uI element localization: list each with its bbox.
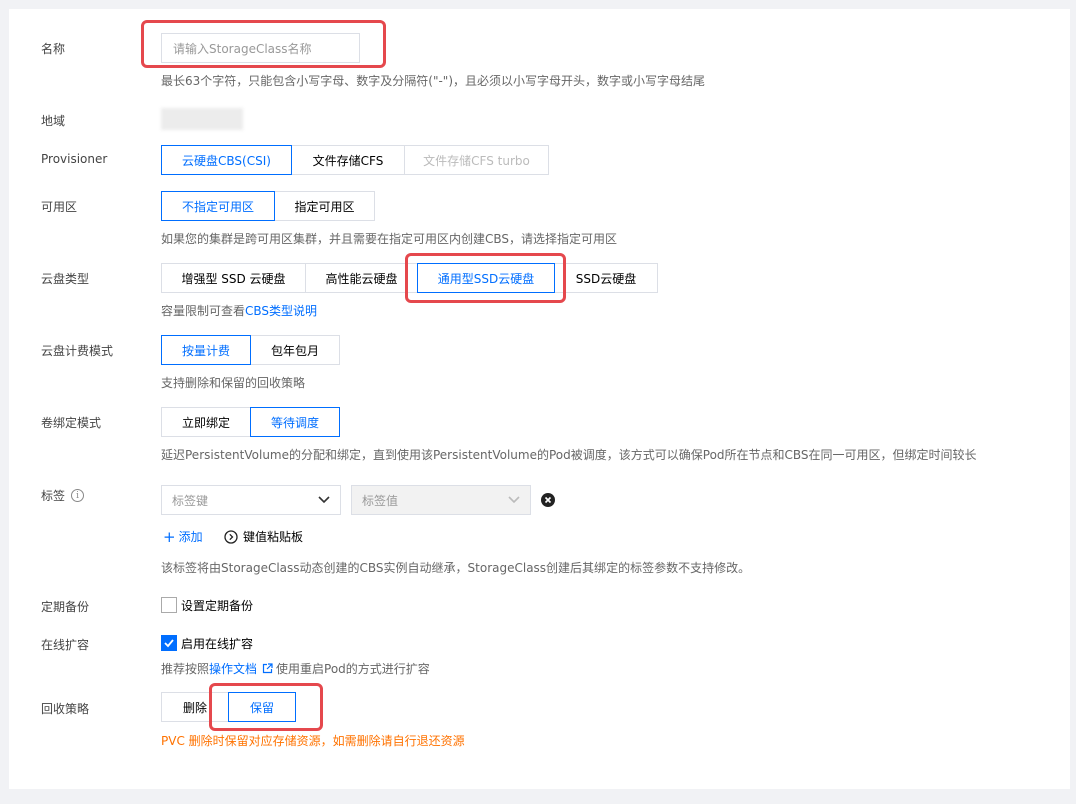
binding-help: 延迟PersistentVolume的分配和绑定，直到使用该Persistent… [161, 448, 977, 462]
disk-type-help-text: 容量限制可查看 [161, 304, 246, 318]
zone-help: 如果您的集群是跨可用区集群，并且需要在指定可用区内创建CBS，请选择指定可用区 [161, 232, 618, 246]
chevron-down-icon [318, 496, 330, 504]
name-input[interactable]: 请输入StorageClass名称 [161, 33, 360, 63]
info-icon[interactable]: i [71, 489, 85, 502]
tags-label-group: 标签 i [41, 487, 85, 504]
binding-option-wait[interactable]: 等待调度 [250, 407, 340, 437]
add-tag-button[interactable]: + 添加 [163, 528, 203, 545]
backup-checkbox[interactable] [161, 597, 177, 613]
reclaim-option-retain[interactable]: 保留 [228, 692, 296, 722]
binding-selector: 立即绑定 等待调度 [161, 407, 340, 437]
tag-value-placeholder: 标签值 [362, 493, 399, 508]
disk-type-option-general-ssd[interactable]: 通用型SSD云硬盘 [417, 263, 555, 293]
backup-checkbox-label: 设置定期备份 [181, 599, 254, 613]
paste-board-label: 键值粘贴板 [243, 530, 304, 544]
paste-board-button[interactable]: 键值粘贴板 [224, 528, 303, 545]
disk-type-selector: 增强型 SSD 云硬盘 高性能云硬盘 通用型SSD云硬盘 SSD云硬盘 [161, 263, 658, 293]
provisioner-option-cfs[interactable]: 文件存储CFS [291, 145, 405, 175]
tag-key-placeholder: 标签键 [172, 493, 209, 508]
checkmark-icon [164, 639, 174, 648]
zone-option-unspecified[interactable]: 不指定可用区 [161, 191, 275, 221]
provisioner-option-cfs-turbo: 文件存储CFS turbo [404, 145, 549, 175]
remove-tag-icon[interactable] [541, 493, 555, 507]
provisioner-label: Provisioner [41, 152, 108, 166]
operation-doc-link[interactable]: 操作文档 [209, 660, 257, 677]
billing-label: 云盘计费模式 [41, 344, 114, 358]
cbs-type-doc-link[interactable]: CBS类型说明 [245, 304, 317, 318]
name-input-placeholder: 请输入StorageClass名称 [173, 41, 312, 56]
disk-type-option-enhanced-ssd[interactable]: 增强型 SSD 云硬盘 [161, 263, 306, 293]
expand-help-suffix: 使用重启Pod的方式进行扩容 [276, 662, 430, 676]
zone-selector: 不指定可用区 指定可用区 [161, 191, 375, 221]
reclaim-option-delete[interactable]: 删除 [161, 692, 229, 722]
external-link-icon[interactable] [262, 663, 273, 674]
tags-help: 该标签将由StorageClass动态创建的CBS实例自动继承，StorageC… [161, 561, 751, 575]
binding-label: 卷绑定模式 [41, 416, 102, 430]
tag-value-select: 标签值 [351, 485, 531, 515]
provisioner-option-cbs[interactable]: 云硬盘CBS(CSI) [161, 145, 292, 175]
zone-label: 可用区 [41, 200, 78, 214]
chevron-down-icon [508, 496, 520, 504]
add-tag-label: 添加 [178, 530, 203, 544]
disk-type-option-premium[interactable]: 高性能云硬盘 [305, 263, 418, 293]
backup-label: 定期备份 [41, 600, 90, 614]
plus-icon: + [163, 527, 176, 546]
binding-option-immediate[interactable]: 立即绑定 [161, 407, 251, 437]
expand-label: 在线扩容 [41, 638, 90, 652]
zone-option-specified[interactable]: 指定可用区 [274, 191, 375, 221]
chevron-right-circle-icon [224, 529, 238, 544]
reclaim-label: 回收策略 [41, 702, 90, 716]
region-label: 地域 [41, 114, 66, 128]
billing-option-postpaid[interactable]: 按量计费 [161, 335, 251, 365]
tags-label: 标签 [41, 489, 66, 503]
region-value-redacted [161, 108, 243, 130]
name-label: 名称 [41, 42, 66, 56]
tag-key-select[interactable]: 标签键 [161, 485, 341, 515]
name-help: 最长63个字符，只能包含小写字母、数字及分隔符("-")，且必须以小写字母开头，… [161, 74, 706, 88]
disk-type-option-ssd[interactable]: SSD云硬盘 [554, 263, 658, 293]
expand-checkbox-label: 启用在线扩容 [181, 637, 254, 651]
disk-type-label: 云盘类型 [41, 272, 90, 286]
expand-help-prefix: 推荐按照 [161, 662, 210, 676]
expand-help: 推荐按照 操作文档 使用重启Pod的方式进行扩容 [161, 660, 430, 677]
reclaim-warning: PVC 删除时保留对应存储资源，如需删除请自行退还资源 [161, 734, 465, 748]
disk-type-help: 容量限制可查看CBS类型说明 [161, 302, 317, 319]
billing-option-prepaid[interactable]: 包年包月 [250, 335, 340, 365]
expand-checkbox[interactable] [161, 635, 177, 651]
provisioner-selector: 云硬盘CBS(CSI) 文件存储CFS 文件存储CFS turbo [161, 145, 549, 175]
billing-help: 支持删除和保留的回收策略 [161, 376, 306, 390]
billing-selector: 按量计费 包年包月 [161, 335, 340, 365]
reclaim-selector: 删除 保留 [161, 692, 296, 722]
